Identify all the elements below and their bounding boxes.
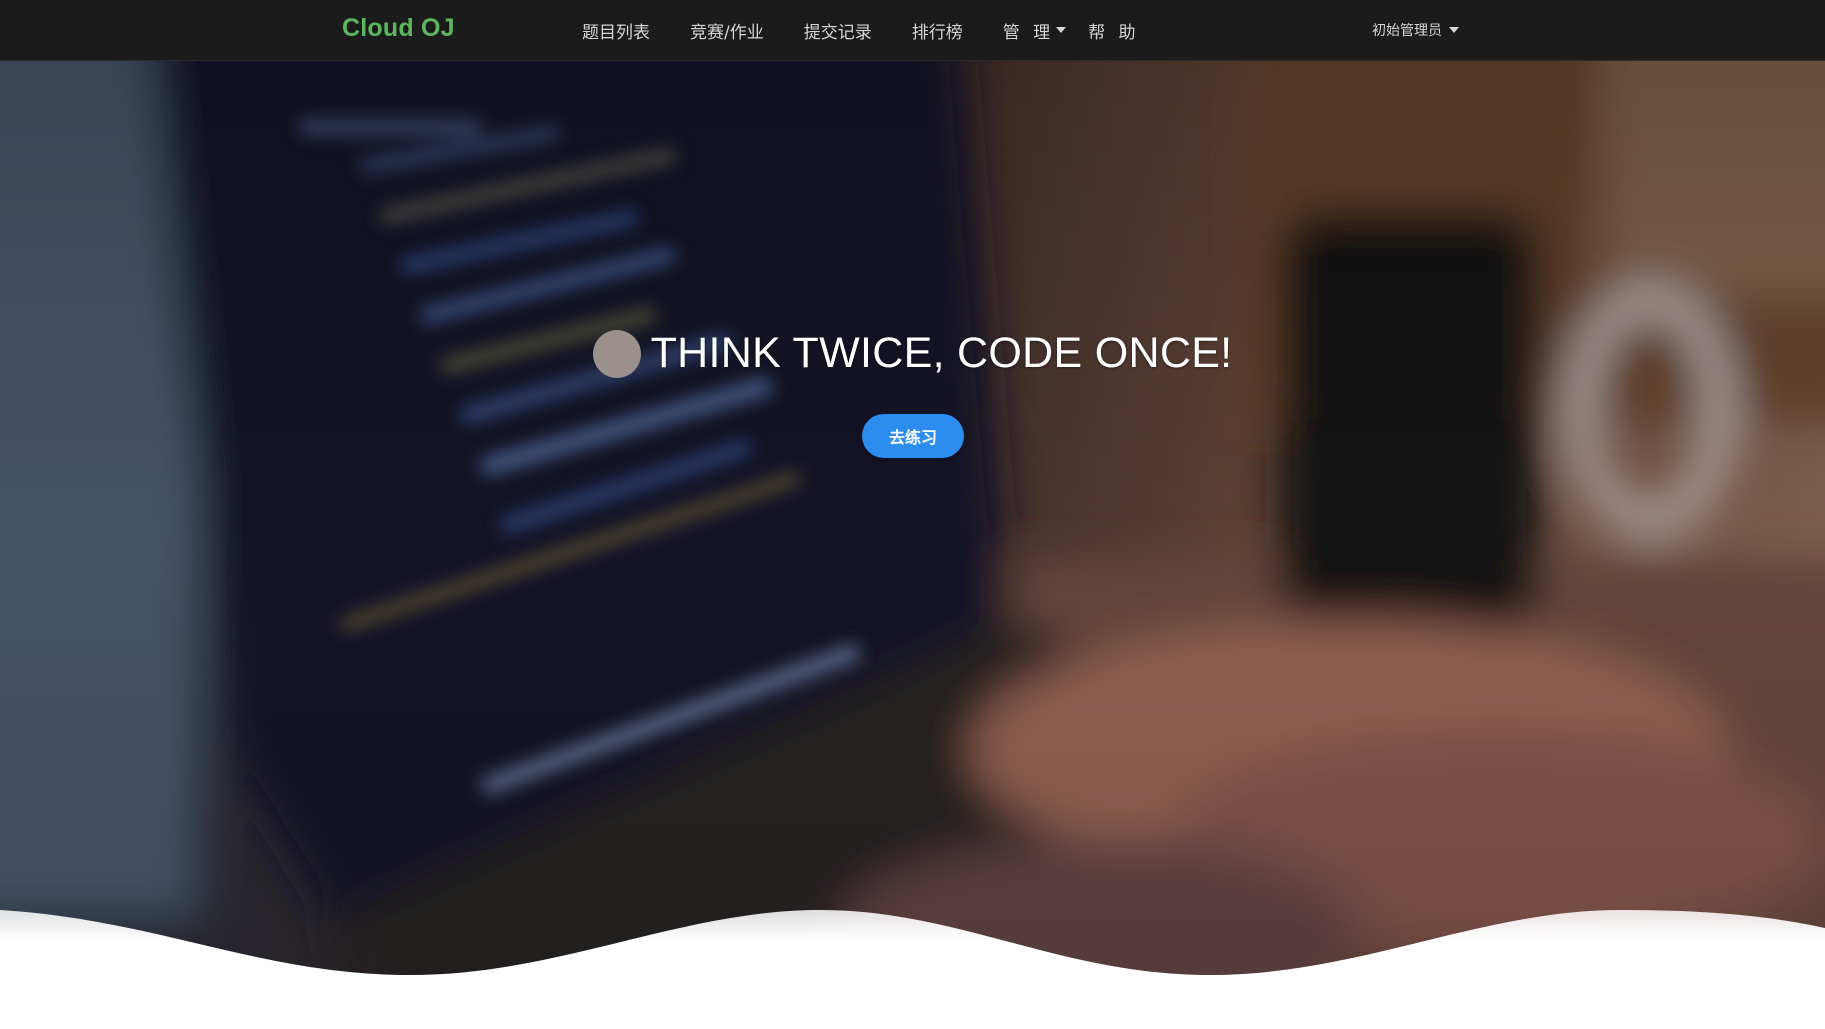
nav-item-ranking[interactable]: 排行榜 [912,18,963,43]
nav-menu: 题目列表 竞赛/作业 提交记录 排行榜 管 理 帮 助 [582,0,1180,60]
caret-down-icon [1056,27,1067,33]
nav-item-contests-label: 竞赛/作业 [690,22,764,43]
page: Cloud OJ 题目列表 竞赛/作业 提交记录 排行榜 管 理 帮 助 初始管… [0,0,1825,1029]
user-name: 初始管理员 [1372,23,1442,39]
nav-item-help-label: 帮 助 [1088,22,1140,43]
hero-background-image [0,60,1825,1029]
nav-item-submissions-label: 提交记录 [803,22,872,43]
logo-icon [592,330,641,378]
caret-down-icon [1449,27,1459,33]
hero-banner: THINK TWICE, CODE ONCE! 去练习 [0,60,1825,1029]
hero-title-text: THINK TWICE, CODE ONCE! [650,328,1233,377]
brand-logo[interactable]: Cloud OJ [342,14,455,43]
practice-button[interactable]: 去练习 [862,414,964,458]
nav-item-problems-label: 题目列表 [582,22,650,43]
user-menu[interactable]: 初始管理员 [1372,0,1459,60]
nav-item-help[interactable]: 帮 助 [1088,18,1139,43]
nav-item-ranking-label: 排行榜 [911,22,963,43]
nav-item-manage-label: 管 理 [1002,22,1055,43]
nav-item-problems[interactable]: 题目列表 [582,18,650,43]
nav-item-submissions[interactable]: 提交记录 [804,18,872,43]
nav-item-manage[interactable]: 管 理 [1002,18,1067,43]
hero-title: THINK TWICE, CODE ONCE! [0,328,1825,378]
top-navbar: Cloud OJ 题目列表 竞赛/作业 提交记录 排行榜 管 理 帮 助 初始管… [0,0,1825,61]
nav-item-contests[interactable]: 竞赛/作业 [690,18,764,43]
